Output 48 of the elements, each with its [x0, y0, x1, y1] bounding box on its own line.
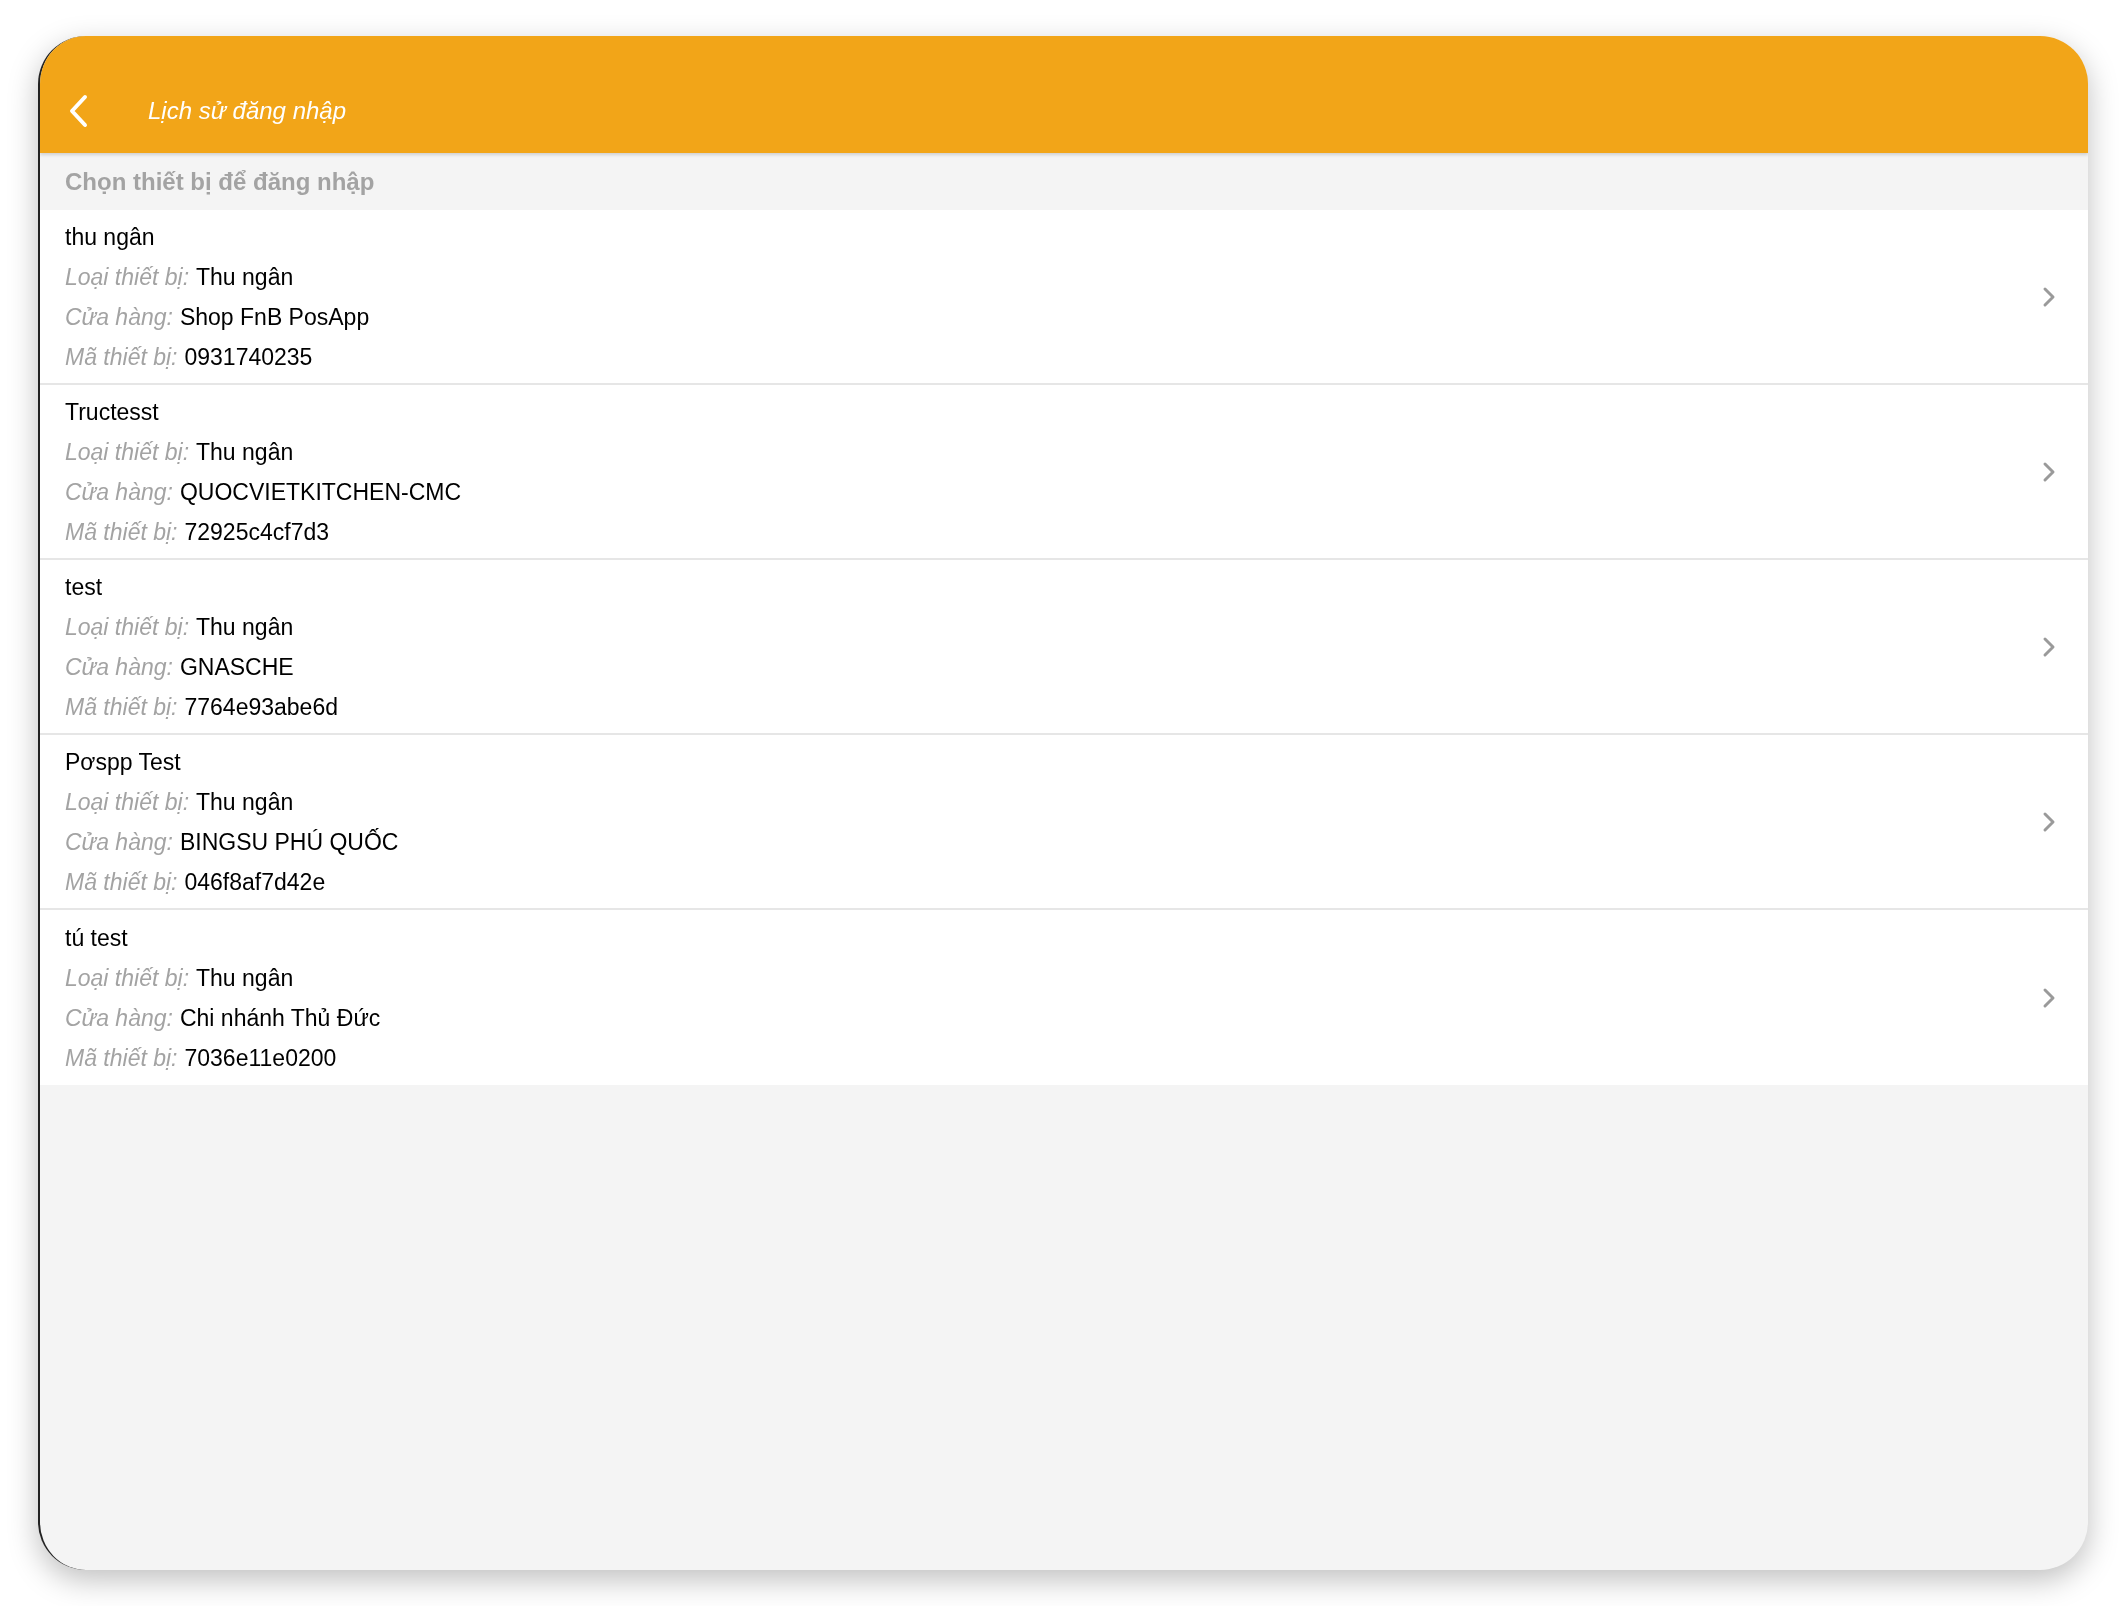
field-value: BINGSU PHÚ QUỐC [179, 827, 399, 857]
field-label: Loại thiết bị: [65, 787, 190, 817]
field-value: Thu ngân [196, 262, 294, 292]
field-label: Mã thiết bị: [65, 692, 178, 722]
device-name: Pơspp Test [65, 747, 182, 777]
chevron-right-icon [2042, 810, 2056, 833]
field-value: Chi nhánh Thủ Đức [179, 1003, 381, 1033]
field-value: 0931740235 [184, 342, 313, 372]
device-list-item[interactable]: test Loại thiết bị: Thu ngân Cửa hàng: GNASCHE Mã thiết bị: 7764e93abe6d [40, 560, 2088, 735]
field-label: Mã thiết bị: [65, 1043, 178, 1073]
device-name: thu ngân [65, 222, 156, 252]
chevron-right-icon [2042, 986, 2056, 1009]
field-label: Loại thiết bị: [65, 262, 190, 292]
section-title: Chọn thiết bị để đăng nhập [65, 166, 375, 197]
field-label: Loại thiết bị: [65, 963, 190, 993]
field-value: 72925c4cf7d3 [184, 517, 329, 547]
chevron-right-icon [2042, 285, 2056, 308]
field-value: 7036e11e0200 [184, 1043, 337, 1073]
field-value: Thu ngân [196, 612, 294, 642]
field-value: Thu ngân [196, 787, 294, 817]
field-value: Shop FnB PosApp [179, 302, 370, 332]
device-list-item[interactable]: tú test Loại thiết bị: Thu ngân Cửa hàng: Chi nhánh Thủ Đức Mã thiết bị: 7036e11e0200 [40, 910, 2088, 1085]
device-list-item[interactable]: Pơspp Test Loại thiết bị: Thu ngân Cửa hàng: BINGSU PHÚ QUỐC Mã thiết bị: 046f8af7d42e [40, 735, 2088, 910]
device-name: tú test [65, 923, 129, 953]
field-value: 046f8af7d42e [184, 867, 326, 897]
field-label: Mã thiết bị: [65, 517, 178, 547]
field-value: QUOCVIETKITCHEN-CMC [179, 477, 462, 507]
field-label: Cửa hàng: [65, 302, 173, 332]
field-value: GNASCHE [179, 652, 294, 682]
field-label: Cửa hàng: [65, 477, 173, 507]
field-value: Thu ngân [196, 963, 294, 993]
field-label: Loại thiết bị: [65, 437, 190, 467]
field-value: 7764e93abe6d [184, 692, 338, 722]
field-label: Cửa hàng: [65, 652, 173, 682]
device-name: Tructesst [65, 397, 160, 427]
chevron-right-icon [2042, 460, 2056, 483]
field-label: Mã thiết bị: [65, 867, 178, 897]
field-label: Cửa hàng: [65, 1003, 173, 1033]
device-list-item[interactable]: Tructesst Loại thiết bị: Thu ngân Cửa hàng: QUOCVIETKITCHEN-CMC Mã thiết bị: 72925c4cf7d3 [40, 385, 2088, 560]
field-value: Thu ngân [196, 437, 294, 467]
field-label: Mã thiết bị: [65, 342, 178, 372]
field-label: Cửa hàng: [65, 827, 173, 857]
header-title: Lịch sử đăng nhập [148, 96, 347, 126]
device-name: test [65, 572, 104, 602]
field-label: Loại thiết bị: [65, 612, 190, 642]
chevron-right-icon [2042, 635, 2056, 658]
device-list-item[interactable]: thu ngân Loại thiết bị: Thu ngân Cửa hàng: Shop FnB PosApp Mã thiết bị: 0931740235 [40, 210, 2088, 385]
back-icon [68, 94, 88, 128]
